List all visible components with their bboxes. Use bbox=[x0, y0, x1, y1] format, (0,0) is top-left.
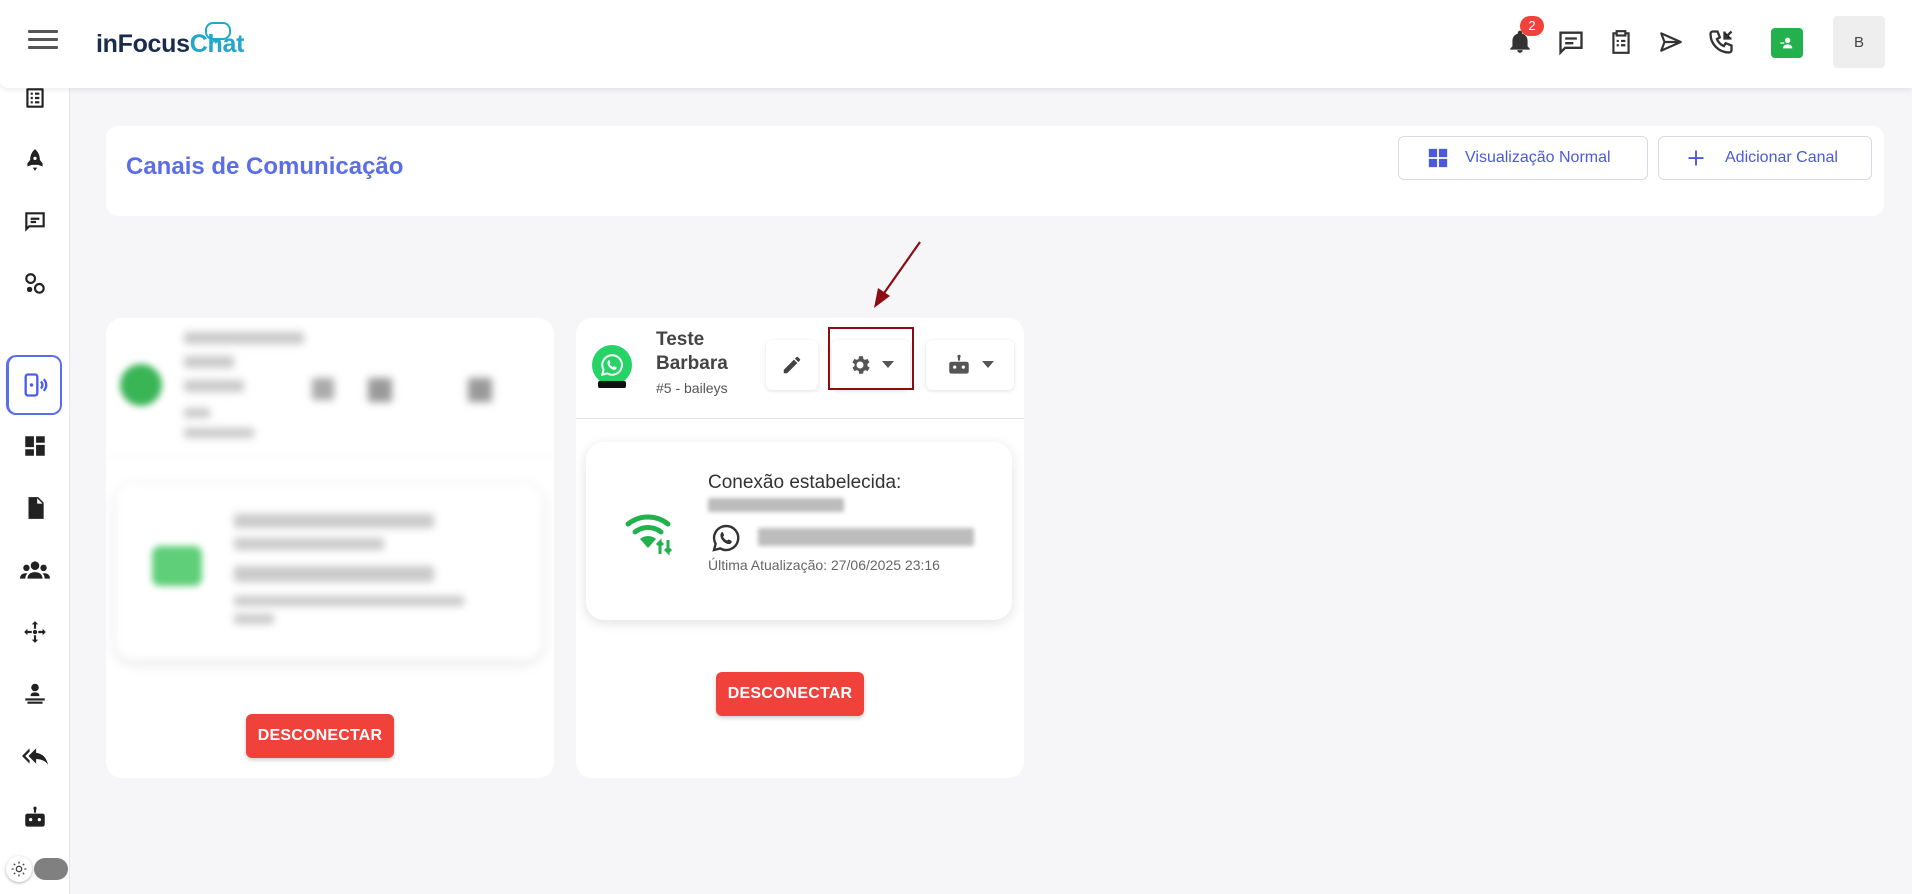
annotation-arrow bbox=[874, 241, 921, 308]
view-mode-button[interactable]: Visualização Normal bbox=[1398, 136, 1648, 180]
file-chart-icon bbox=[28, 497, 44, 519]
person-queue-icon bbox=[25, 683, 45, 704]
sidebar-item-campaigns[interactable] bbox=[17, 142, 53, 178]
menu-line bbox=[28, 46, 58, 49]
send-icon bbox=[1660, 32, 1682, 52]
menu-line bbox=[28, 30, 58, 33]
blurred-card-content bbox=[106, 318, 554, 660]
top-bar: inFocusChat 2 B bbox=[0, 0, 1912, 88]
sidebar-item-integrations[interactable] bbox=[17, 266, 53, 302]
circles-icon bbox=[25, 273, 45, 294]
blurred-text bbox=[184, 428, 254, 438]
sidebar-item-quick-replies[interactable] bbox=[17, 738, 53, 774]
add-channel-label: Adicionar Canal bbox=[1725, 149, 1838, 166]
blurred-text bbox=[234, 566, 434, 582]
sidebar bbox=[0, 0, 70, 894]
bot-options-dropdown[interactable] bbox=[926, 340, 1014, 390]
edit-channel-button[interactable] bbox=[766, 340, 818, 390]
channel-card-header: Teste Barbara #5 - baileys bbox=[576, 318, 1024, 419]
blurred-connection-box bbox=[116, 484, 542, 660]
user-add-icon bbox=[1780, 37, 1793, 49]
sidebar-item-channels[interactable] bbox=[17, 367, 53, 403]
message-icon bbox=[1559, 31, 1583, 56]
channel-card-blurred: DESCONECTAR bbox=[106, 318, 554, 778]
calls-button[interactable] bbox=[1705, 26, 1737, 58]
connection-title: Conexão estabelecida: bbox=[708, 472, 902, 493]
dashboard-icon bbox=[25, 436, 45, 456]
theme-toggle[interactable] bbox=[4, 856, 68, 882]
blurred-bot-icon bbox=[468, 378, 492, 402]
chat-square-icon bbox=[25, 212, 45, 232]
channels-header-panel: Canais de Comunicação Visualização Norma… bbox=[106, 126, 1884, 216]
list-doc-icon bbox=[26, 88, 44, 108]
blurred-channel-icon bbox=[120, 364, 162, 406]
menu-button[interactable] bbox=[28, 30, 58, 56]
sidebar-item-bots[interactable] bbox=[17, 800, 53, 836]
phone-signal-icon bbox=[24, 373, 48, 397]
disconnect-button-blurred-card[interactable]: DESCONECTAR bbox=[246, 714, 394, 758]
plus-icon bbox=[1688, 150, 1704, 166]
settings-highlight-box bbox=[828, 327, 914, 390]
grid-icon bbox=[1428, 148, 1448, 168]
logo-chat-bubble-icon bbox=[205, 22, 231, 44]
sidebar-item-users[interactable] bbox=[17, 552, 53, 588]
rocket-icon bbox=[27, 149, 43, 171]
blurred-wifi-icon bbox=[152, 546, 202, 586]
disconnect-button[interactable]: DESCONECTAR bbox=[716, 672, 864, 716]
send-button[interactable] bbox=[1655, 26, 1687, 58]
sidebar-item-chats[interactable] bbox=[17, 204, 53, 240]
view-mode-label: Visualização Normal bbox=[1465, 149, 1611, 166]
blurred-card-header bbox=[106, 318, 554, 456]
whatsapp-icon bbox=[600, 354, 623, 377]
sidebar-item-files[interactable] bbox=[17, 490, 53, 526]
sidebar-item-flows[interactable] bbox=[17, 614, 53, 650]
menu-line bbox=[28, 38, 58, 41]
phone-call-icon bbox=[1709, 30, 1733, 54]
page-title: Canais de Comunicação bbox=[126, 153, 404, 180]
clipboard-icon bbox=[1612, 30, 1630, 54]
blurred-text bbox=[184, 356, 234, 368]
tasks-button[interactable] bbox=[1605, 26, 1637, 58]
blurred-text bbox=[234, 596, 464, 606]
messages-button[interactable] bbox=[1555, 26, 1587, 58]
sidebar-item-dashboard[interactable] bbox=[17, 428, 53, 464]
channel-name: Teste Barbara bbox=[656, 329, 728, 374]
channel-card-teste-barbara: Teste Barbara #5 - baileys Conexão estab… bbox=[576, 318, 1024, 778]
channel-subtitle: #5 - baileys bbox=[656, 380, 728, 396]
blurred-text bbox=[184, 332, 304, 344]
notification-badge: 2 bbox=[1520, 16, 1544, 36]
blurred-text bbox=[184, 408, 210, 418]
whatsapp-mini-label bbox=[598, 381, 626, 388]
blurred-settings-icon bbox=[368, 378, 392, 402]
blurred-phone-number bbox=[708, 498, 844, 512]
blurred-text bbox=[234, 614, 274, 624]
pencil-icon bbox=[783, 356, 801, 374]
wifi-connected-icon bbox=[625, 514, 673, 556]
move-arrows-icon bbox=[24, 621, 46, 643]
contact-status-button[interactable] bbox=[1771, 28, 1803, 58]
add-channel-button[interactable]: Adicionar Canal bbox=[1658, 136, 1872, 180]
blurred-text bbox=[184, 380, 244, 392]
toggle-knob bbox=[6, 856, 32, 882]
robot-icon bbox=[25, 806, 45, 827]
blurred-text bbox=[234, 514, 434, 528]
toggle-track bbox=[34, 858, 68, 880]
sidebar-item-queues[interactable] bbox=[17, 676, 53, 712]
robot-icon bbox=[949, 354, 969, 374]
reply-all-icon bbox=[22, 748, 48, 765]
sun-icon bbox=[11, 861, 27, 877]
whatsapp-channel-icon bbox=[592, 345, 632, 388]
caret-down-icon bbox=[982, 361, 994, 368]
last-update-text: Última Atualização: 27/06/2025 23:16 bbox=[708, 557, 940, 573]
blurred-text bbox=[234, 538, 384, 550]
whatsapp-outline-icon bbox=[712, 524, 740, 552]
user-avatar[interactable]: B bbox=[1833, 16, 1885, 68]
logo-text-part1: inFocus bbox=[96, 30, 190, 58]
blurred-edit-icon bbox=[312, 378, 334, 400]
blurred-profile-name bbox=[758, 528, 974, 546]
connection-status-box: Conexão estabelecida: Última Atualização… bbox=[586, 442, 1012, 620]
users-icon bbox=[20, 561, 50, 579]
